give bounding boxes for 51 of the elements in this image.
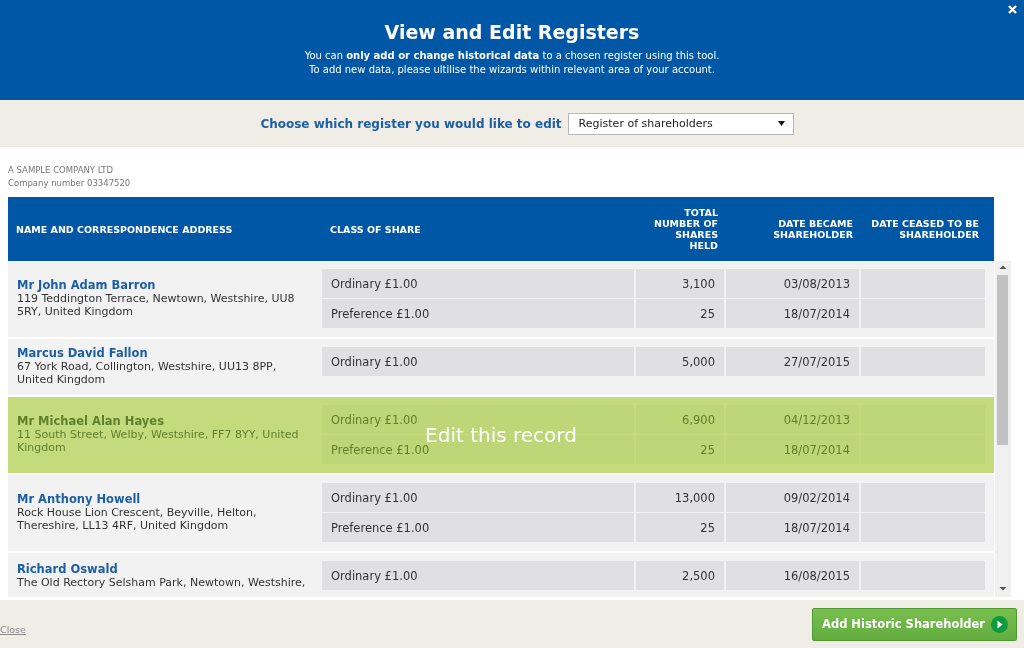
table-cell: Ordinary £1.00 (322, 269, 636, 298)
table-cell: Ordinary £1.00 (322, 561, 636, 590)
table-cell: 16/08/2015 (726, 561, 861, 590)
table-cell: Ordinary £1.00 (322, 483, 636, 512)
column-header: CLASS OF SHARE (329, 223, 422, 235)
caret-icon (777, 121, 785, 126)
table-cell: 18/07/2014 (726, 435, 861, 464)
shareholder-row[interactable]: Mr John Adam Barron 119 Teddington Terrace, Newtown, Westshire, UU8 5RY, United Kingdom Ordinary £1.00 3,100 03/08/2013 Preference £1.00 25 18/07/2014 (8, 261, 994, 339)
dialog-title: View and Edit Registers (383, 21, 641, 43)
shareholder-address: The Old Rectory Selsham Park, Newtown, Westshire, (17, 575, 307, 589)
play-icon (991, 615, 1008, 633)
shareholder-address: 119 Teddington Terrace, Newtown, Westshire, UU8 5RY, United Kingdom (17, 292, 296, 318)
shareholder-address: Rock House Lion Crescent, Beyville, Helton, Thereshire, LL13 4RF, United Kingdom (17, 506, 258, 532)
table-cell: 27/07/2015 (726, 347, 861, 376)
column-header: NAME AND CORRESPONDENCE ADDRESS (15, 223, 234, 235)
shareholder-name: Marcus David Fallon (17, 347, 149, 360)
table-cell: Preference £1.00 (322, 513, 636, 542)
table-cell: 18/07/2014 (726, 513, 861, 542)
shareholder-name: Mr John Adam Barron (17, 279, 157, 292)
column-header: TOTAL NUMBER OF SHARES HELD (652, 207, 719, 251)
register-label: Choose which register you would like to edit (260, 116, 562, 131)
shareholder-address: 11 South Street, Welby, Westshire, FF7 8YY, United Kingdom (17, 428, 300, 454)
shareholder-row[interactable]: Mr Anthony Howell Rock House Lion Crescent, Beyville, Helton, Thereshire, LL13 4RF, United Kingdom Ordinary £1.00 13,000 09/02/2014 Preference £1.00 25 18/07/2014 (8, 475, 994, 553)
table-cell: 6,900 (636, 405, 726, 434)
table-cell: 25 (636, 513, 726, 542)
table-cell: 13,000 (636, 483, 726, 512)
table-cell: 3,100 (636, 269, 726, 298)
shareholder-name: Mr Anthony Howell (17, 493, 142, 506)
shareholder-name: Richard Oswald (17, 562, 119, 576)
table-cell: 04/12/2013 (726, 405, 861, 434)
intro-text: To add new data, please ultilise the wizards within relevant area of your account. (308, 63, 716, 77)
company-name: A SAMPLE COMPANY LTD (8, 164, 115, 177)
table-cell: Ordinary £1.00 (322, 347, 636, 376)
table-cell: 03/08/2013 (726, 269, 861, 298)
table-cell: 25 (636, 299, 726, 328)
column-header: DATE CEASED TO BE SHAREHOLDER (870, 218, 980, 240)
table-cell: 5,000 (636, 347, 726, 376)
table-cell: 18/07/2014 (726, 299, 861, 328)
shareholder-name: Mr Michael Alan Hayes (17, 415, 165, 428)
intro-text: You can only add or change historical data to a chosen register using this tool. (303, 49, 721, 63)
table-cell: Preference £1.00 (322, 299, 636, 328)
close-icon[interactable] (1008, 5, 1017, 14)
company-number: Company number 03347520 (8, 177, 132, 190)
register-dropdown[interactable]: Register of shareholders (567, 112, 794, 135)
shareholder-address: 67 York Road, Collington, Westshire, UU13 8PP, United Kingdom (17, 360, 278, 386)
table-cell: 09/02/2014 (726, 483, 861, 512)
table-cell: 25 (636, 435, 726, 464)
column-header: DATE BECAME SHAREHOLDER (772, 218, 854, 240)
shareholder-row[interactable]: Richard Oswald The Old Rectory Selsham Park, Newtown, Westshire, Ordinary £1.00 2,500 16/08/2015 (8, 553, 994, 597)
shareholder-row[interactable]: Marcus David Fallon 67 York Road, Collington, Westshire, UU13 8PP, United Kingdom Ordinary £1.00 5,000 27/07/2015 (8, 339, 994, 397)
table-cell: 2,500 (636, 561, 726, 590)
